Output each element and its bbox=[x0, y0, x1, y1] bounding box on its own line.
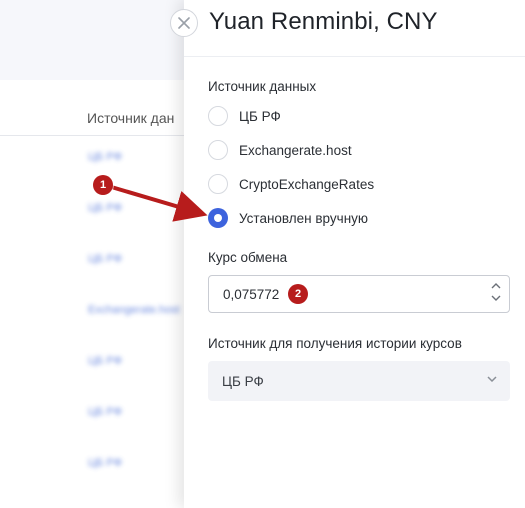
chevron-up-icon[interactable] bbox=[491, 282, 501, 290]
table-cell-source[interactable]: ЦБ РФ bbox=[88, 202, 122, 214]
close-icon bbox=[178, 17, 190, 29]
exchange-rate-label: Курс обмена bbox=[208, 250, 288, 265]
table-cell-source[interactable]: ЦБ РФ bbox=[88, 253, 122, 265]
currency-settings-drawer: Yuan Renminbi, CNY Источник данных ЦБ РФ… bbox=[170, 0, 525, 508]
chevron-down-icon bbox=[487, 376, 497, 383]
annotation-badge-2: 2 bbox=[288, 284, 308, 304]
table-cell-source[interactable]: ЦБ РФ bbox=[88, 355, 122, 367]
exchange-rate-input[interactable]: 0,075772 bbox=[208, 275, 510, 313]
table-header-divider bbox=[0, 135, 200, 136]
table-cell-source[interactable]: Exchangerate.host bbox=[88, 304, 180, 316]
annotation-badge-1: 1 bbox=[93, 175, 113, 195]
radio-button-checked[interactable] bbox=[208, 208, 228, 228]
radio-option-manual[interactable]: Установлен вручную bbox=[208, 208, 368, 228]
radio-option-label: ЦБ РФ bbox=[239, 108, 281, 124]
history-source-label: Источник для получения истории курсов bbox=[208, 336, 462, 351]
table-cell-source[interactable]: ЦБ РФ bbox=[88, 457, 122, 469]
exchange-rate-value: 0,075772 bbox=[223, 286, 280, 302]
history-source-select[interactable]: ЦБ РФ bbox=[208, 361, 510, 401]
radio-button[interactable] bbox=[208, 174, 228, 194]
data-source-label: Источник данных bbox=[208, 79, 317, 94]
radio-option-exchangerate-host[interactable]: Exchangerate.host bbox=[208, 140, 352, 160]
table-cell-source[interactable]: ЦБ РФ bbox=[88, 151, 122, 163]
radio-option-label: Exchangerate.host bbox=[239, 142, 352, 158]
number-stepper[interactable] bbox=[491, 282, 501, 302]
drawer-header: Yuan Renminbi, CNY bbox=[170, 0, 525, 57]
history-source-value: ЦБ РФ bbox=[222, 373, 264, 389]
radio-option-label: Установлен вручную bbox=[239, 210, 369, 226]
column-header-source: Источник дан bbox=[87, 110, 175, 126]
radio-button[interactable] bbox=[208, 140, 228, 160]
radio-option-cbrf[interactable]: ЦБ РФ bbox=[208, 106, 281, 126]
radio-button[interactable] bbox=[208, 106, 228, 126]
drawer-title: Yuan Renminbi, CNY bbox=[209, 8, 438, 35]
radio-option-label: CryptoExchangeRates bbox=[239, 176, 375, 192]
close-button[interactable] bbox=[170, 9, 198, 37]
chevron-down-icon[interactable] bbox=[491, 294, 501, 302]
table-cell-source[interactable]: ЦБ РФ bbox=[88, 406, 122, 418]
radio-option-cryptoexchangerates[interactable]: CryptoExchangeRates bbox=[208, 174, 374, 194]
